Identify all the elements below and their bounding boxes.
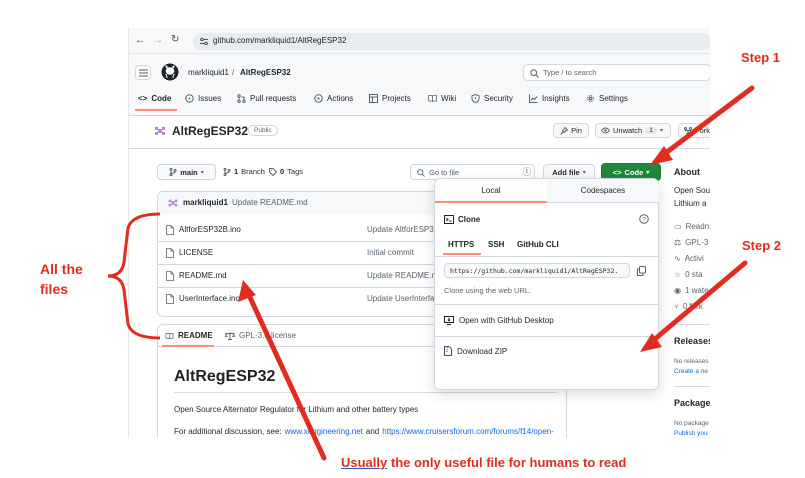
all-files-label: files <box>40 281 69 297</box>
step1-label: Step 1 <box>741 50 781 65</box>
step2-arrow <box>646 260 748 347</box>
files-bracket <box>107 212 161 340</box>
step2-label: Step 2 <box>742 238 782 253</box>
all-files-label: All the <box>40 261 83 277</box>
readme-arrow <box>245 290 327 461</box>
readme-caption: Usually the only useful file for humans … <box>341 455 626 470</box>
annotation-arrows <box>107 85 755 461</box>
caption-emphasis: Usually <box>341 455 388 470</box>
caption-text: the only useful file for humans to read <box>387 455 627 470</box>
step1-arrow <box>656 85 755 161</box>
